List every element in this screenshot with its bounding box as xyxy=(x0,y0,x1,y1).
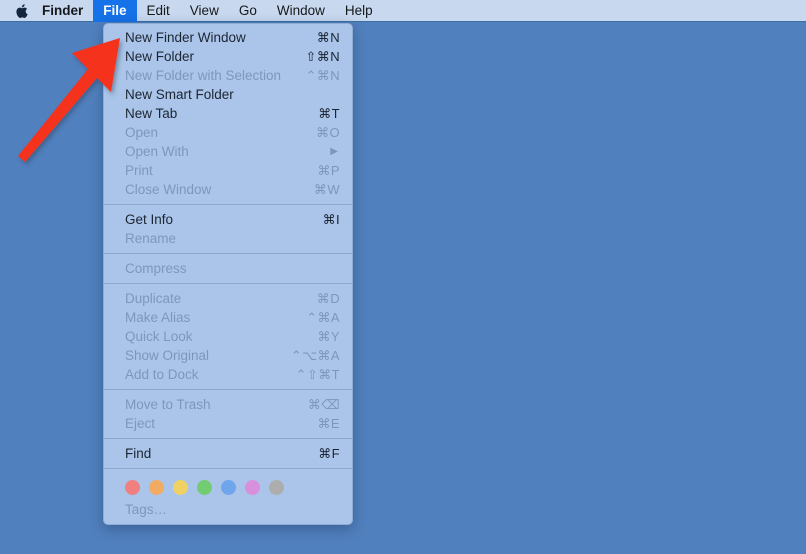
orange-tag[interactable] xyxy=(149,479,164,495)
menu-item-shortcut: ⌘O xyxy=(316,124,340,140)
menu-item-label: Make Alias xyxy=(125,310,191,325)
menu-item-label: Find xyxy=(125,446,152,461)
menu-item-label: Close Window xyxy=(125,182,212,197)
menu-separator xyxy=(104,438,352,439)
menu-item-label: Move to Trash xyxy=(125,397,211,412)
menubar-item-edit[interactable]: Edit xyxy=(137,0,180,22)
menu-item-label: New Folder xyxy=(125,49,195,64)
menu-separator xyxy=(104,253,352,254)
menu-item-shortcut: ⌘T xyxy=(318,105,340,121)
menu-item-shortcut: ⌃⇧⌘T xyxy=(295,366,340,382)
menu-bar: Finder File Edit View Go Window Help xyxy=(0,0,806,22)
menu-item-shortcut: ⌘I xyxy=(322,211,340,227)
desktop: Finder File Edit View Go Window Help New Finde… xyxy=(0,0,806,554)
menu-item-show-original: Show Original ⌃⌥⌘A xyxy=(104,346,352,365)
menubar-item-window[interactable]: Window xyxy=(267,0,335,22)
menu-separator xyxy=(104,283,352,284)
menu-item-eject: Eject ⌘E xyxy=(104,414,352,433)
menu-item-open-with: Open With ▶ xyxy=(104,142,352,161)
menu-item-label: Compress xyxy=(125,261,187,276)
menu-item-new-folder-with-selection: New Folder with Selection ⌃⌘N xyxy=(104,66,352,85)
menu-item-quick-look: Quick Look ⌘Y xyxy=(104,327,352,346)
menu-item-close-window: Close Window ⌘W xyxy=(104,180,352,199)
menu-item-print: Print ⌘P xyxy=(104,161,352,180)
menu-item-move-to-trash: Move to Trash ⌘⌫ xyxy=(104,395,352,414)
red-tag[interactable] xyxy=(125,479,140,495)
menu-item-label: Open xyxy=(125,125,159,140)
file-menu-dropdown[interactable]: New Finder Window ⌘N New Folder ⇧⌘N New Fold… xyxy=(103,23,353,525)
tag-color-row xyxy=(104,474,352,498)
submenu-chevron-right-icon: ▶ xyxy=(330,145,338,157)
menubar-item-file[interactable]: File xyxy=(93,0,137,22)
menu-item-open: Open ⌘O xyxy=(104,123,352,142)
menu-item-shortcut: ⌘⌫ xyxy=(307,396,340,412)
menu-separator xyxy=(104,389,352,390)
menubar-item-help[interactable]: Help xyxy=(335,0,383,22)
menu-item-shortcut: ⌘N xyxy=(316,29,340,45)
menu-item-shortcut: ⌘E xyxy=(317,415,340,431)
menu-item-label: Get Info xyxy=(125,212,174,227)
menu-item-shortcut: ⌘W xyxy=(313,181,340,197)
menu-item-get-info[interactable]: Get Info ⌘I xyxy=(104,210,352,229)
menu-item-label: New Folder with Selection xyxy=(125,68,282,83)
menubar-item-go[interactable]: Go xyxy=(229,0,267,22)
menu-item-shortcut: ⌃⌘A xyxy=(306,309,340,325)
menu-item-label: New Finder Window xyxy=(125,30,246,45)
menu-item-compress: Compress xyxy=(104,259,352,278)
menu-item-shortcut: ⌘Y xyxy=(317,328,340,344)
menubar-item-finder[interactable]: Finder xyxy=(32,0,93,22)
menu-item-label: Quick Look xyxy=(125,329,193,344)
menu-item-label: Show Original xyxy=(125,348,210,363)
menu-item-new-smart-folder[interactable]: New Smart Folder xyxy=(104,85,352,104)
menu-item-shortcut: ⌘F xyxy=(318,445,340,461)
menu-item-shortcut: ⌃⌘N xyxy=(305,67,340,83)
menu-item-label: Rename xyxy=(125,231,177,246)
gray-tag[interactable] xyxy=(269,479,284,495)
menu-item-label: Add to Dock xyxy=(125,367,199,382)
menu-item-new-folder[interactable]: New Folder ⇧⌘N xyxy=(104,47,352,66)
menu-item-duplicate: Duplicate ⌘D xyxy=(104,289,352,308)
menu-item-make-alias: Make Alias ⌃⌘A xyxy=(104,308,352,327)
green-tag[interactable] xyxy=(197,479,212,495)
yellow-tag[interactable] xyxy=(173,479,188,495)
menu-item-label: Eject xyxy=(125,416,156,431)
menu-item-shortcut: ⇧⌘N xyxy=(305,48,340,64)
menu-item-tags[interactable]: Tags… xyxy=(104,498,352,518)
menu-item-shortcut: ⌘D xyxy=(316,290,340,306)
blue-tag[interactable] xyxy=(221,479,236,495)
apple-logo-icon[interactable] xyxy=(10,0,32,22)
menu-item-label: Print xyxy=(125,163,153,178)
menu-separator xyxy=(104,204,352,205)
menu-item-label: Duplicate xyxy=(125,291,182,306)
purple-tag[interactable] xyxy=(245,479,260,495)
menubar-item-view[interactable]: View xyxy=(180,0,229,22)
menu-item-label: New Tab xyxy=(125,106,178,121)
menu-item-find[interactable]: Find ⌘F xyxy=(104,444,352,463)
menu-item-label: New Smart Folder xyxy=(125,87,234,102)
menu-item-shortcut: ⌘P xyxy=(317,162,340,178)
menu-item-new-finder-window[interactable]: New Finder Window ⌘N xyxy=(104,28,352,47)
menu-item-shortcut: ⌃⌥⌘A xyxy=(290,347,340,363)
menu-separator xyxy=(104,468,352,469)
menu-item-label: Open With xyxy=(125,144,189,159)
menu-item-rename: Rename xyxy=(104,229,352,248)
menu-item-add-to-dock: Add to Dock ⌃⇧⌘T xyxy=(104,365,352,384)
menu-item-new-tab[interactable]: New Tab ⌘T xyxy=(104,104,352,123)
